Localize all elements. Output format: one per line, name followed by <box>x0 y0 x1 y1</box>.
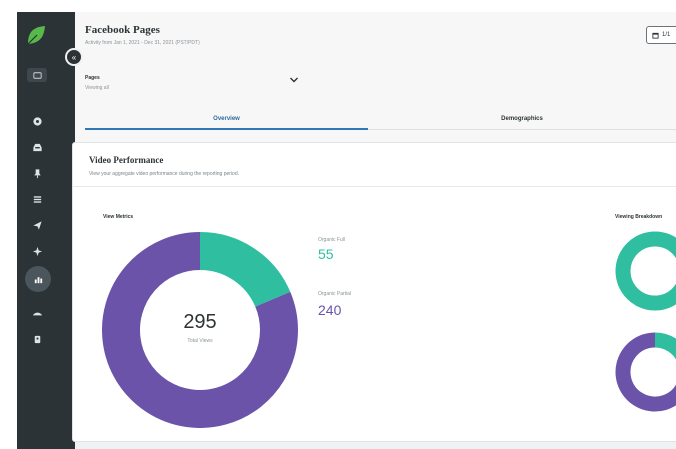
sidebar-item-messages[interactable] <box>17 110 57 132</box>
card-subtitle: View your aggregate video performance du… <box>89 171 239 177</box>
report-tabs: Overview Demographics <box>85 108 676 130</box>
pages-filter-label: Pages <box>85 75 100 81</box>
inbox-icon <box>32 143 42 151</box>
calendar-icon <box>652 32 659 39</box>
date-range-text: Activity from Jan 1, 2021 - Dec 31, 2021… <box>85 40 200 46</box>
send-icon <box>32 220 42 230</box>
apps-icon <box>34 335 40 343</box>
legend-organic-full-label: Organic Full <box>318 237 345 243</box>
collapse-sidebar-button[interactable]: « <box>65 48 83 66</box>
view-metrics-title: View Metrics <box>103 214 134 220</box>
viewing-breakdown-donut-1 <box>615 231 676 311</box>
date-range-button-label: 1/1 <box>662 32 671 38</box>
sidebar-item-publishing[interactable] <box>17 162 57 184</box>
sidebar-item-apps[interactable] <box>17 328 57 350</box>
report-header: Facebook Pages Activity from Jan 1, 2021… <box>75 12 676 142</box>
brand-leaf-logo[interactable] <box>25 24 47 46</box>
sidebar <box>17 12 75 449</box>
reports-icon <box>34 276 42 283</box>
donut-slice-1 <box>654 332 676 360</box>
sidebar-item-inbox[interactable] <box>17 136 57 158</box>
viewing-breakdown-donut-2 <box>615 332 676 412</box>
donut-slice-1 <box>615 231 676 311</box>
chevron-down-icon[interactable] <box>289 76 299 84</box>
sidebar-item-reports[interactable] <box>25 266 51 292</box>
donut-slice-organic-full <box>199 232 291 308</box>
viewing-breakdown-title: Viewing Breakdown <box>615 214 663 220</box>
compose-icon <box>32 71 42 79</box>
sidebar-item-automation[interactable] <box>17 302 57 324</box>
automation-icon <box>32 312 42 315</box>
messages-icon <box>32 116 42 126</box>
card-title: Video Performance <box>89 155 164 165</box>
pin-icon <box>33 168 41 178</box>
page-title: Facebook Pages <box>85 24 160 36</box>
list-icon <box>33 195 41 203</box>
legend-organic-partial-value: 240 <box>318 302 342 318</box>
card-header: Video Performance View your aggregate vi… <box>73 143 676 187</box>
legend-organic-full-value: 55 <box>318 246 334 262</box>
pages-filter-value[interactable]: Viewing all <box>85 85 109 91</box>
sidebar-item-tasks[interactable] <box>17 188 57 210</box>
sidebar-item-compose[interactable] <box>27 68 47 82</box>
total-views-label: Total Views <box>187 338 213 344</box>
listening-icon <box>32 246 42 256</box>
legend-organic-partial-label: Organic Partial <box>318 291 352 297</box>
chevron-left-icon: « <box>71 52 77 62</box>
total-views-value: 295 <box>183 311 217 333</box>
video-performance-card: Video Performance View your aggregate vi… <box>72 142 676 442</box>
sidebar-item-listening[interactable] <box>17 240 57 262</box>
tab-demographics[interactable]: Demographics <box>368 108 676 130</box>
date-range-button[interactable]: 1/1 <box>646 26 676 44</box>
sidebar-item-campaigns[interactable] <box>17 214 57 236</box>
tab-overview[interactable]: Overview <box>85 108 368 130</box>
